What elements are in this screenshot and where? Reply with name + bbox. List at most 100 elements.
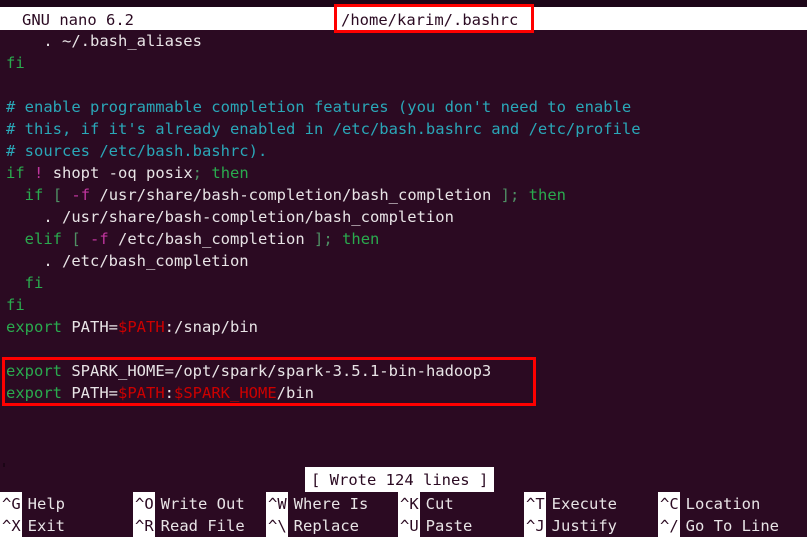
editor-line: fi [6, 272, 44, 294]
code-token: /bin [276, 384, 314, 402]
editor-line: export SPARK_HOME=/opt/spark/spark-3.5.1… [6, 360, 491, 382]
code-token: $SPARK_HOME [174, 384, 277, 402]
shortcut-key: ^X [0, 514, 22, 537]
editor-line: # sources /etc/bash.bashrc). [6, 140, 267, 162]
shortcut-item-write-out[interactable]: ^O Write Out [133, 492, 245, 516]
nano-status-message: [ Wrote 124 lines ] [305, 467, 495, 492]
shortcut-key: ^R [133, 514, 155, 537]
code-token: # this, if it's already enabled in /etc/… [6, 120, 641, 138]
editor-line: elif [ -f /etc/bash_completion ]; then [6, 228, 380, 250]
shortcut-item-go-to-line[interactable]: ^/ Go To Line [658, 514, 779, 537]
shortcut-label: Read File [160, 517, 245, 535]
code-token: ! [34, 164, 44, 182]
editor-line: fi [6, 52, 25, 74]
code-token: if [24, 186, 44, 204]
shortcut-item-where-is[interactable]: ^W Where Is [266, 492, 369, 516]
shortcut-item-cut[interactable]: ^K Cut [398, 492, 454, 516]
nano-editor-area[interactable]: . ~/.bash_aliasesfi # enable programmable… [0, 30, 807, 463]
shortcut-label: Paste [425, 517, 473, 535]
shortcut-label: Write Out [160, 495, 245, 513]
editor-line: fi [6, 294, 25, 316]
shortcut-key: ^C [658, 492, 680, 516]
code-token: then [528, 186, 566, 204]
shortcut-item-location[interactable]: ^C Location [658, 492, 761, 516]
shortcut-label: Help [27, 495, 65, 513]
code-token: then [211, 164, 249, 182]
shortcut-key: ^T [524, 492, 546, 516]
editor-line: if [ -f /usr/share/bash-completion/bash_… [6, 184, 566, 206]
shortcut-item-read-file[interactable]: ^R Read File [133, 514, 245, 537]
code-token: ]; [500, 186, 520, 204]
shortcut-key: ^/ [658, 514, 680, 537]
code-token: . ~/.bash_aliases [43, 32, 202, 50]
nano-version-label: GNU nano 6.2 [22, 11, 134, 29]
shortcut-item-justify[interactable]: ^J Justify [524, 514, 617, 537]
code-token: ; [192, 164, 203, 182]
nano-title-bar: GNU nano 6.2 /home/karim/.bashrc [0, 7, 807, 30]
code-token: # sources /etc/bash.bashrc). [6, 142, 268, 160]
code-token: fi [6, 296, 25, 314]
shortcut-label: Replace [293, 517, 359, 535]
code-token: shopt -oq posix [43, 164, 193, 182]
nano-terminal-window: GNU nano 6.2 /home/karim/.bashrc . ~/.ba… [0, 0, 807, 537]
code-token: PATH= [62, 318, 118, 336]
shortcut-key: ^K [398, 492, 420, 516]
code-token: fi [24, 274, 44, 292]
editor-line: . ~/.bash_aliases [6, 30, 202, 52]
code-token: $PATH [118, 384, 165, 402]
terminal-top-strip [0, 0, 807, 7]
shortcut-item-replace[interactable]: ^\ Replace [266, 514, 359, 537]
shortcut-key: ^U [398, 514, 420, 537]
nano-shortcut-bar: ^G Help ^X Exit ^O Write Out ^R Read File ^W Wher… [0, 492, 807, 537]
shortcut-item-exit[interactable]: ^X Exit [0, 514, 65, 537]
code-token: export [6, 318, 62, 336]
code-token: export [6, 362, 62, 380]
shortcut-item-execute[interactable]: ^T Execute [524, 492, 617, 516]
shortcut-label: Where Is [293, 495, 369, 513]
code-token: if [6, 164, 25, 182]
editor-line: export PATH=$PATH:$SPARK_HOME/bin [6, 382, 314, 404]
shortcut-item-help[interactable]: ^G Help [0, 492, 65, 516]
shortcut-item-paste[interactable]: ^U Paste [398, 514, 473, 537]
editor-line: . /usr/share/bash-completion/bash_comple… [6, 206, 454, 228]
code-token: -f [90, 230, 109, 248]
code-token: -f [71, 186, 91, 204]
editor-line: if ! shopt -oq posix; then [6, 162, 249, 184]
editor-line: . /etc/bash_completion [6, 250, 248, 272]
code-token: fi [6, 54, 25, 72]
code-token: [ [71, 230, 81, 248]
code-token: ]; [314, 230, 333, 248]
shortcut-label: Location [685, 495, 761, 513]
editor-line: # this, if it's already enabled in /etc/… [6, 118, 641, 140]
code-token: /etc/bash_completion [108, 230, 315, 248]
code-token: SPARK_HOME=/opt/spark/spark-3.5.1-bin-ha… [62, 362, 492, 380]
shortcut-label: Go To Line [685, 517, 779, 535]
code-token: elif [24, 230, 62, 248]
code-token: : [164, 384, 175, 402]
code-token: :/snap/bin [164, 318, 258, 336]
code-token: /usr/share/bash-completion/bash_completi… [90, 186, 501, 204]
shortcut-label: Cut [425, 495, 454, 513]
code-token: # enable programmable completion feature… [6, 98, 632, 116]
code-token: PATH= [62, 384, 118, 402]
shortcut-key: ^J [524, 514, 546, 537]
shortcut-label: Exit [27, 517, 65, 535]
shortcut-label: Justify [551, 517, 617, 535]
code-token: then [342, 230, 380, 248]
editor-line: # enable programmable completion feature… [6, 96, 631, 118]
nano-filename-label: /home/karim/.bashrc [341, 11, 519, 29]
shortcut-key: ^\ [266, 514, 288, 537]
